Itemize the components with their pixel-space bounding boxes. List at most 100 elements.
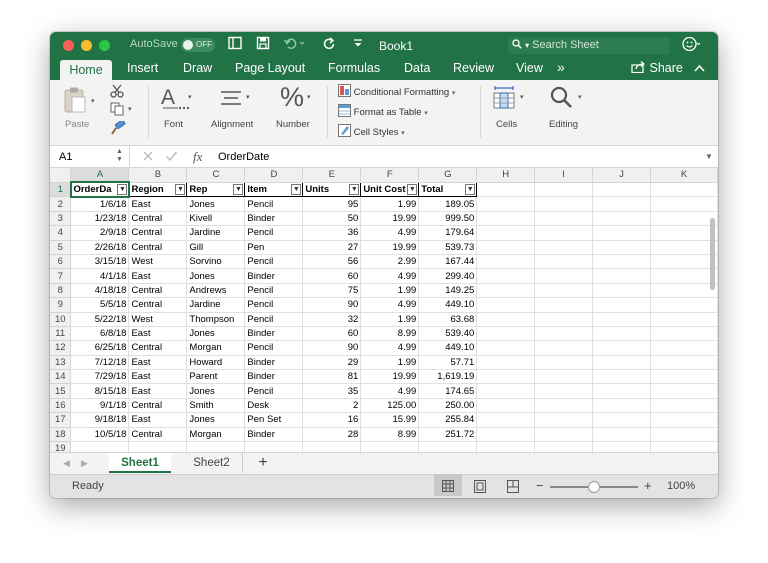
column-header-a[interactable]: A bbox=[70, 168, 130, 184]
worksheet-grid[interactable]: ABCDEFGHIJK 1 OrderDa ▼ Region ▼ Rep ▼ Item ▼ Uni… bbox=[50, 168, 718, 452]
table-cell[interactable]: 149.25 bbox=[418, 283, 478, 299]
table-cell[interactable]: 6/8/18 bbox=[70, 326, 130, 342]
table-cell[interactable] bbox=[534, 283, 594, 299]
zoom-slider-thumb[interactable] bbox=[588, 481, 600, 493]
tab-formulas[interactable]: Formulas bbox=[328, 61, 380, 75]
table-cell[interactable]: 95 bbox=[302, 196, 362, 212]
table-cell[interactable]: Binder bbox=[244, 268, 304, 284]
page-layout-view-icon[interactable] bbox=[474, 480, 486, 498]
table-cell[interactable]: Jones bbox=[186, 383, 246, 399]
table-cell[interactable] bbox=[534, 427, 594, 443]
table-cell[interactable] bbox=[534, 340, 594, 356]
table-cell[interactable]: 27 bbox=[302, 240, 362, 255]
page-break-view-icon[interactable] bbox=[507, 480, 519, 498]
table-cell[interactable]: 56 bbox=[302, 254, 362, 270]
table-cell[interactable]: 3/15/18 bbox=[70, 254, 130, 270]
table-cell[interactable]: 5/5/18 bbox=[70, 297, 130, 313]
table-cell[interactable]: 251.72 bbox=[418, 427, 478, 443]
table-cell[interactable]: 19.99 bbox=[360, 240, 420, 255]
table-cell[interactable]: 539.73 bbox=[418, 240, 478, 255]
table-cell[interactable]: 2.99 bbox=[360, 254, 420, 270]
zoom-level[interactable]: 100% bbox=[667, 480, 695, 492]
editing-search-icon[interactable] bbox=[550, 86, 574, 115]
table-cell[interactable]: West bbox=[128, 254, 188, 270]
table-cell[interactable] bbox=[592, 225, 651, 241]
table-cell[interactable] bbox=[476, 441, 536, 452]
cells-icon[interactable] bbox=[491, 86, 517, 115]
zoom-slider[interactable] bbox=[550, 481, 638, 493]
font-icon[interactable]: A bbox=[160, 86, 190, 117]
table-cell[interactable]: Pencil bbox=[244, 254, 304, 270]
tab-view[interactable]: View bbox=[516, 61, 543, 75]
tab-review[interactable]: Review bbox=[453, 61, 494, 75]
table-cell[interactable] bbox=[534, 211, 594, 227]
table-cell[interactable] bbox=[128, 441, 188, 452]
table-cell[interactable]: Pencil bbox=[244, 383, 304, 399]
tab-data[interactable]: Data bbox=[404, 61, 430, 75]
empty-cell[interactable] bbox=[476, 182, 536, 198]
table-cell[interactable] bbox=[650, 398, 718, 414]
table-cell[interactable] bbox=[650, 211, 718, 227]
table-cell[interactable]: 299.40 bbox=[418, 268, 478, 284]
table-cell[interactable]: 9/1/18 bbox=[70, 398, 130, 414]
table-cell[interactable]: 8/15/18 bbox=[70, 383, 130, 399]
zoom-in-button[interactable]: + bbox=[644, 478, 652, 493]
number-dropdown-icon[interactable]: ▾ bbox=[307, 93, 311, 101]
table-cell[interactable] bbox=[534, 398, 594, 414]
table-cell[interactable]: 1.99 bbox=[360, 355, 420, 371]
table-cell[interactable]: 4.99 bbox=[360, 340, 420, 356]
table-cell[interactable]: 250.00 bbox=[418, 398, 478, 414]
table-cell[interactable]: 167.44 bbox=[418, 254, 478, 270]
table-cell[interactable] bbox=[476, 369, 536, 385]
sheet-tab-sheet1[interactable]: Sheet1 bbox=[109, 453, 171, 473]
table-cell[interactable] bbox=[650, 297, 718, 313]
row-header[interactable]: 17 bbox=[50, 412, 72, 428]
table-cell[interactable]: 57.71 bbox=[418, 355, 478, 371]
table-cell[interactable]: Pencil bbox=[244, 297, 304, 313]
table-cell[interactable]: 60 bbox=[302, 268, 362, 284]
table-cell[interactable]: 19.99 bbox=[360, 211, 420, 227]
table-cell[interactable]: 75 bbox=[302, 283, 362, 299]
table-cell[interactable]: Pencil bbox=[244, 340, 304, 356]
table-cell[interactable]: 81 bbox=[302, 369, 362, 385]
table-cell[interactable]: 9/18/18 bbox=[70, 412, 130, 428]
column-header-f[interactable]: F bbox=[360, 168, 420, 183]
table-cell[interactable]: Pencil bbox=[244, 283, 304, 299]
prev-sheet-icon[interactable]: ◀ bbox=[63, 458, 70, 469]
table-cell[interactable] bbox=[534, 297, 594, 313]
table-cell[interactable]: 1.99 bbox=[360, 196, 420, 212]
table-cell[interactable] bbox=[650, 355, 718, 371]
table-cell[interactable] bbox=[592, 211, 651, 227]
table-cell[interactable] bbox=[302, 441, 362, 452]
table-cell[interactable] bbox=[592, 412, 651, 428]
column-header-d[interactable]: D bbox=[244, 168, 304, 183]
table-cell[interactable] bbox=[534, 441, 594, 452]
table-cell[interactable]: Binder bbox=[244, 427, 304, 443]
table-cell[interactable]: 8.99 bbox=[360, 427, 420, 443]
table-cell[interactable]: 539.40 bbox=[418, 326, 478, 342]
confirm-entry-icon[interactable] bbox=[165, 149, 178, 167]
table-cell[interactable] bbox=[476, 240, 536, 255]
minimize-window-button[interactable] bbox=[81, 40, 92, 51]
table-cell[interactable]: 35 bbox=[302, 383, 362, 399]
font-dropdown-icon[interactable]: ▾ bbox=[188, 93, 192, 101]
row-header[interactable]: 11 bbox=[50, 326, 72, 342]
table-header-cell[interactable]: Units ▼ bbox=[302, 181, 362, 198]
table-cell[interactable]: East bbox=[128, 268, 188, 284]
table-cell[interactable] bbox=[650, 427, 718, 443]
table-header-cell[interactable]: Unit Cost ▼ bbox=[360, 181, 420, 198]
filter-dropdown-icon[interactable]: ▼ bbox=[349, 183, 360, 195]
table-cell[interactable] bbox=[650, 196, 718, 212]
normal-view-icon[interactable] bbox=[434, 474, 462, 496]
table-cell[interactable]: 125.00 bbox=[360, 398, 420, 414]
table-cell[interactable]: 2 bbox=[302, 398, 362, 414]
row-header[interactable]: 19 bbox=[50, 441, 72, 452]
table-cell[interactable]: Morgan bbox=[186, 340, 246, 356]
table-cell[interactable] bbox=[534, 196, 594, 212]
table-cell[interactable]: Pen Set bbox=[244, 412, 304, 428]
table-cell[interactable]: 15.99 bbox=[360, 412, 420, 428]
table-cell[interactable] bbox=[650, 240, 718, 255]
table-cell[interactable]: Howard bbox=[186, 355, 246, 371]
table-cell[interactable]: 189.05 bbox=[418, 196, 478, 212]
column-header-e[interactable]: E bbox=[302, 168, 362, 183]
